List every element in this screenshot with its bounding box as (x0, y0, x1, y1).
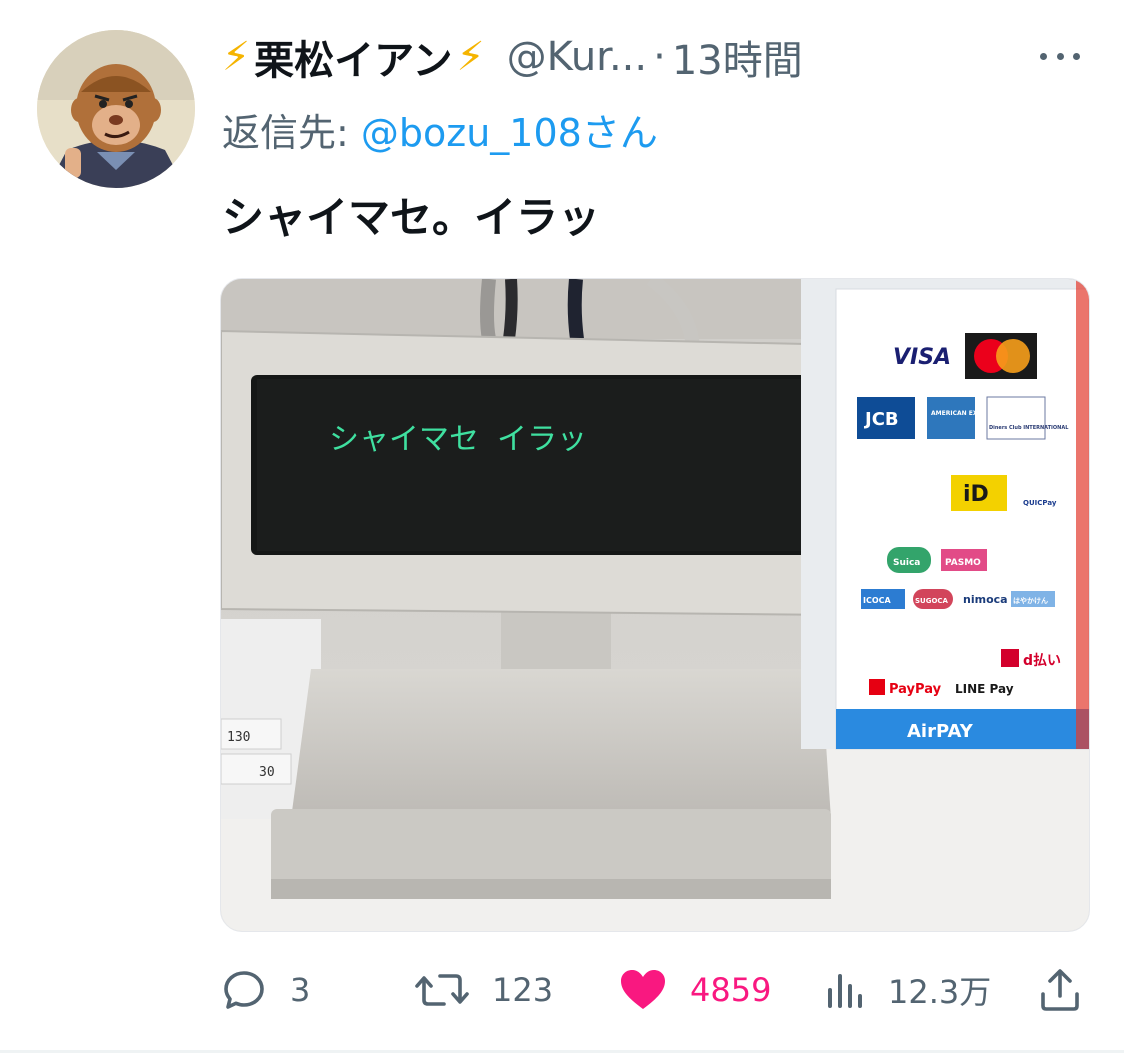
tweet-header: ⚡ 栗松イアン ⚡ @Kur... · 13時間 (222, 22, 1102, 92)
like-count: 4859 (690, 971, 772, 1009)
logo-pasmo: PASMO (945, 558, 981, 568)
display-readout: シャイマセ イラッ (329, 422, 587, 457)
views-icon (828, 974, 862, 1008)
retweet-count: 123 (492, 971, 554, 1009)
tweet-text: シャイマセ。イラッ (222, 193, 601, 242)
avatar[interactable] (37, 30, 195, 188)
logo-airpay: AirPAY (907, 721, 974, 742)
timestamp[interactable]: 13時間 (672, 28, 803, 86)
tweet-photo[interactable]: 130 30 シャイマセ イラッ VISA JCB AMERICAN EXPRE… (220, 278, 1090, 932)
logo-visa: VISA (893, 345, 951, 370)
logo-id: iD (963, 482, 989, 507)
separator-dot: · (653, 34, 666, 80)
logo-hayakaken: はやかけん (1013, 596, 1048, 605)
lightning-emoji-left: ⚡ (222, 34, 251, 80)
reply-context: 返信先: @bozu_108さん (222, 102, 658, 157)
action-bar: 3 123 4859 12.3万 (0, 950, 1124, 1030)
views-count: 12.3万 (888, 973, 992, 1011)
more-icon[interactable] (1040, 36, 1080, 76)
reply-count: 3 (290, 971, 311, 1009)
logo-line-pay: LINE Pay (955, 682, 1014, 696)
views-button[interactable]: 12.3万 (822, 950, 991, 1030)
logo-paypay: PayPay (889, 682, 942, 697)
like-button[interactable]: 4859 (618, 950, 771, 1030)
retweet-icon (415, 974, 469, 1006)
logo-d-barai: d払い (1023, 652, 1061, 669)
logo-diners: Diners Club INTERNATIONAL (989, 425, 1069, 431)
avatar-image (37, 30, 195, 188)
logo-sugoca: SUGOCA (915, 597, 949, 605)
reply-button[interactable]: 3 (220, 950, 310, 1030)
shelf-label-30: 30 (259, 765, 275, 780)
heart-icon (621, 970, 665, 1009)
share-button[interactable] (1036, 950, 1084, 1030)
retweet-button[interactable]: 123 (414, 950, 553, 1030)
reply-prefix: 返信先: (222, 111, 349, 155)
logo-jcb: JCB (863, 409, 899, 430)
logo-icoca: ICOCA (863, 596, 892, 605)
shelf-label-130: 130 (227, 730, 250, 745)
author-handle[interactable]: @Kur... (507, 34, 648, 80)
share-icon (1041, 969, 1079, 1011)
logo-nimoca: nimoca (963, 593, 1008, 606)
reply-icon (224, 971, 264, 1009)
reply-mention-link[interactable]: @bozu_108さん (361, 111, 658, 155)
logo-suica: Suica (893, 558, 920, 568)
logo-quicpay: QUICPay (1023, 499, 1057, 507)
author-name[interactable]: 栗松イアン (254, 28, 452, 86)
lightning-emoji-right: ⚡ (456, 34, 485, 80)
photo-customer-display: 130 30 シャイマセ イラッ VISA JCB AMERICAN EXPRE… (221, 279, 1089, 931)
